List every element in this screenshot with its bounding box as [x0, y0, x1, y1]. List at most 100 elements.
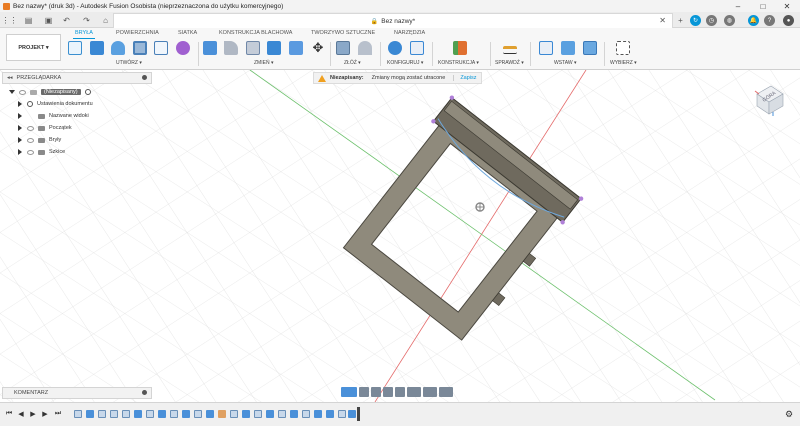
timeline-feature[interactable] [194, 410, 202, 418]
timeline-feature[interactable] [206, 410, 214, 418]
new-component-icon[interactable] [336, 41, 350, 55]
group-select-label[interactable]: WYBIERZ ▾ [610, 60, 637, 66]
close-window-button[interactable]: ✕ [776, 0, 798, 12]
timeline-feature[interactable] [158, 410, 166, 418]
form-icon[interactable] [176, 41, 190, 55]
timeline-feature[interactable] [74, 410, 82, 418]
expand-icon[interactable] [18, 137, 22, 143]
pin-icon[interactable] [142, 75, 147, 80]
insert-canvas-icon[interactable] [583, 41, 597, 55]
extrude-icon[interactable] [90, 41, 104, 55]
tab-solid[interactable]: BRYŁA [73, 30, 95, 39]
expand-icon[interactable] [18, 101, 22, 107]
timeline-feature[interactable] [218, 410, 226, 418]
timeline-feature[interactable] [314, 410, 322, 418]
move-copy-icon[interactable]: ✥ [311, 41, 325, 55]
timeline-feature[interactable] [338, 410, 346, 418]
comments-panel-header[interactable]: KOMENTARZ [2, 387, 152, 399]
browser-item[interactable]: Początek [18, 123, 72, 133]
fillet-icon[interactable] [224, 41, 238, 55]
minimize-button[interactable]: – [727, 0, 749, 12]
zoom-icon[interactable] [383, 387, 393, 397]
timeline-feature[interactable] [134, 410, 142, 418]
pin-icon[interactable] [142, 390, 147, 395]
group-configure-label[interactable]: KONFIGURUJ ▾ [387, 60, 423, 66]
timeline-feature[interactable] [98, 410, 106, 418]
press-pull-icon[interactable] [203, 41, 217, 55]
insert-derive-icon[interactable] [539, 41, 553, 55]
timeline-feature[interactable] [266, 410, 274, 418]
timeline-feature[interactable] [278, 410, 286, 418]
save-icon[interactable]: ▣ [42, 14, 55, 26]
browser-panel-header[interactable]: ◂◂ PRZEGLĄDARKA [2, 72, 152, 84]
project-button[interactable]: PROJEKT ▾ [6, 34, 61, 61]
parameters-icon[interactable] [388, 41, 402, 55]
chamfer-icon[interactable] [246, 41, 260, 55]
group-insert-label[interactable]: WSTAW ▾ [554, 60, 577, 66]
group-inspect-label[interactable]: SPRAWDŹ ▾ [495, 60, 524, 66]
insert-mesh-icon[interactable] [561, 41, 575, 55]
collapse-icon[interactable]: ◂◂ [7, 75, 13, 81]
timeline-feature[interactable] [326, 410, 334, 418]
new-tab-icon[interactable]: + [674, 14, 687, 26]
undo-icon[interactable]: ↶ [60, 14, 73, 26]
hole-icon[interactable] [133, 41, 147, 55]
pattern-icon[interactable] [154, 41, 168, 55]
timeline-feature[interactable] [146, 410, 154, 418]
timeline-feature[interactable] [290, 410, 298, 418]
jobs-status-icon[interactable]: ◷ [706, 15, 717, 26]
tab-sheet-metal[interactable]: KONSTRUKCJA BLACHOWA [219, 30, 292, 36]
close-tab-icon[interactable]: ✕ [659, 16, 666, 25]
timeline-feature[interactable] [122, 410, 130, 418]
home-icon[interactable]: ⌂ [99, 14, 112, 26]
joint-icon[interactable] [358, 41, 372, 55]
combine-icon[interactable] [267, 41, 281, 55]
shell-icon[interactable] [289, 41, 303, 55]
pan-icon[interactable] [371, 387, 381, 397]
visibility-eye-icon[interactable] [19, 89, 26, 95]
timeline-feature[interactable] [230, 410, 238, 418]
timeline-feature[interactable] [302, 410, 310, 418]
maximize-button[interactable]: □ [752, 0, 774, 12]
activate-radio-icon[interactable] [84, 89, 91, 95]
group-assemble-label[interactable]: ZŁÓŻ ▾ [344, 60, 361, 66]
select-icon[interactable] [616, 41, 630, 55]
go-to-end-icon[interactable]: ⏭ [53, 409, 63, 419]
measure-icon[interactable] [503, 46, 517, 54]
offset-plane-icon[interactable] [453, 41, 467, 55]
timeline-feature[interactable] [110, 410, 118, 418]
group-modify-label[interactable]: ZMIEŃ ▾ [254, 60, 273, 66]
browser-root-row[interactable]: (Niezapisany) [9, 87, 91, 97]
timeline-feature[interactable] [86, 410, 94, 418]
help-icon[interactable]: ? [764, 15, 775, 26]
step-back-icon[interactable]: ◀ [16, 409, 26, 419]
timeline-feature[interactable] [182, 410, 190, 418]
viewport-canvas[interactable] [0, 70, 800, 402]
look-at-icon[interactable] [359, 387, 369, 397]
orbit-icon[interactable] [341, 387, 357, 397]
timeline-marker[interactable] [357, 407, 360, 421]
visibility-eye-icon[interactable] [27, 149, 34, 155]
play-icon[interactable]: ▶ [28, 409, 38, 419]
browser-item[interactable]: Nazwane widoki [18, 111, 89, 121]
expand-icon[interactable] [18, 125, 22, 131]
tab-mesh[interactable]: SIATKA [178, 30, 197, 36]
timeline-feature[interactable] [254, 410, 262, 418]
notifications-icon[interactable]: 🔔 [748, 15, 759, 26]
grid-snaps-icon[interactable] [423, 387, 437, 397]
tab-plastic[interactable]: TWORZYWO SZTUCZNE [311, 30, 375, 36]
timeline-feature[interactable] [348, 410, 356, 418]
create-sketch-icon[interactable] [68, 41, 82, 55]
extensions-icon[interactable]: ◍ [724, 15, 735, 26]
fit-icon[interactable] [395, 387, 405, 397]
expand-icon[interactable] [9, 90, 15, 94]
expand-icon[interactable] [18, 113, 22, 119]
display-settings-icon[interactable] [407, 387, 421, 397]
step-forward-icon[interactable]: ▶ [40, 409, 50, 419]
visibility-eye-icon[interactable] [27, 137, 34, 143]
file-menu-icon[interactable]: ▤ [22, 14, 35, 26]
group-create-label[interactable]: UTWÓRZ ▾ [116, 60, 142, 66]
user-avatar[interactable]: ● [783, 15, 794, 26]
group-construct-label[interactable]: KONSTRUKCJA ▾ [438, 60, 479, 66]
timeline-feature[interactable] [170, 410, 178, 418]
